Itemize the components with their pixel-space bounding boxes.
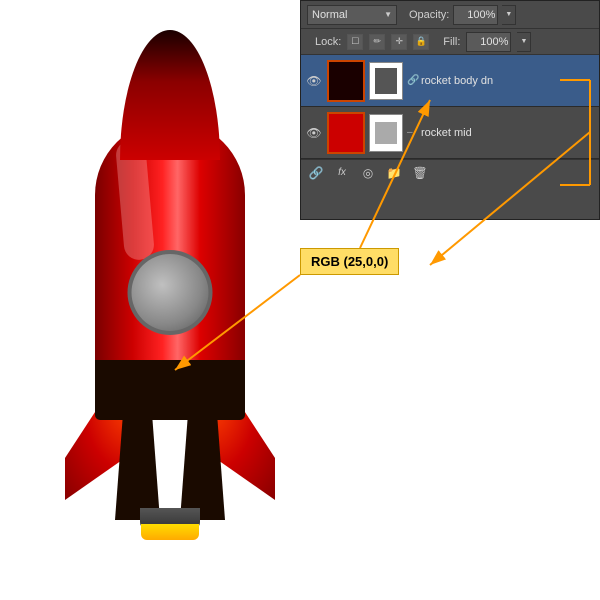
- lock-icon-move[interactable]: ✛: [391, 34, 407, 50]
- layer-thumb-preview-mid: [329, 114, 363, 152]
- circle-icon[interactable]: ◎: [359, 164, 377, 182]
- layer-mask-mid: [369, 114, 403, 152]
- rocket-illustration: [60, 30, 280, 590]
- lock-label: Lock:: [315, 36, 341, 48]
- fill-value: 100%: [480, 36, 508, 48]
- layer-name-body: rocket body dn: [421, 75, 595, 87]
- opacity-value: 100%: [467, 9, 495, 21]
- rocket-flame-ring: [141, 524, 199, 540]
- fill-input[interactable]: 100%: [466, 32, 511, 52]
- layer-thumb-preview: [329, 62, 363, 100]
- blend-opacity-row: Normal ▼ Opacity: 100% ▼: [301, 1, 599, 29]
- blend-mode-arrow: ▼: [384, 10, 392, 19]
- layers-list: 👁 🔗 rocket body dn 👁 – rocket mid: [301, 55, 599, 159]
- blend-mode-select[interactable]: Normal ▼: [307, 5, 397, 25]
- layer-visibility-icon[interactable]: 👁: [305, 72, 323, 90]
- layer-thumbnail-mid: [327, 112, 365, 154]
- mask-preview: [375, 68, 397, 94]
- opacity-arrow-icon: ▼: [505, 11, 512, 18]
- layer-visibility-icon-mid[interactable]: 👁: [305, 124, 323, 142]
- fill-arrow-icon: ▼: [520, 38, 527, 45]
- layer-thumbnail-body: [327, 60, 365, 102]
- chain-icon: 🔗: [407, 75, 417, 86]
- link-icon[interactable]: 🔗: [307, 164, 325, 182]
- folder-icon[interactable]: 📁: [385, 164, 403, 182]
- layer-mask-body: [369, 62, 403, 100]
- lock-icon-check[interactable]: ☐: [347, 34, 363, 50]
- chain-icon-mid: –: [407, 127, 417, 138]
- lock-icon-brush[interactable]: ✏: [369, 34, 385, 50]
- rocket-nose: [120, 30, 220, 160]
- fill-arrow[interactable]: ▼: [517, 32, 531, 52]
- lock-fill-row: Lock: ☐ ✏ ✛ 🔒 Fill: 100% ▼: [301, 29, 599, 55]
- layer-name-mid: rocket mid: [421, 127, 595, 139]
- tooltip-text: RGB (25,0,0): [311, 254, 388, 269]
- opacity-input[interactable]: 100%: [453, 5, 498, 25]
- mask-preview-mid: [375, 122, 397, 144]
- layer-row-rocket-mid[interactable]: 👁 – rocket mid: [301, 107, 599, 159]
- fill-label: Fill:: [443, 36, 460, 48]
- layer-row-rocket-body[interactable]: 👁 🔗 rocket body dn: [301, 55, 599, 107]
- blend-mode-value: Normal: [312, 9, 347, 21]
- color-tooltip: RGB (25,0,0): [300, 248, 399, 275]
- rocket-window: [128, 250, 213, 335]
- trash-icon[interactable]: 🗑: [411, 164, 429, 182]
- opacity-label: Opacity:: [409, 9, 449, 21]
- panel-bottom-bar: 🔗 fx ◎ 📁 🗑: [301, 159, 599, 185]
- fx-icon[interactable]: fx: [333, 164, 351, 182]
- rocket-mid-section: [95, 360, 245, 420]
- lock-icon-all[interactable]: 🔒: [413, 34, 429, 50]
- layers-panel: Normal ▼ Opacity: 100% ▼ Lock: ☐ ✏ ✛ 🔒 F…: [300, 0, 600, 220]
- opacity-arrow[interactable]: ▼: [502, 5, 516, 25]
